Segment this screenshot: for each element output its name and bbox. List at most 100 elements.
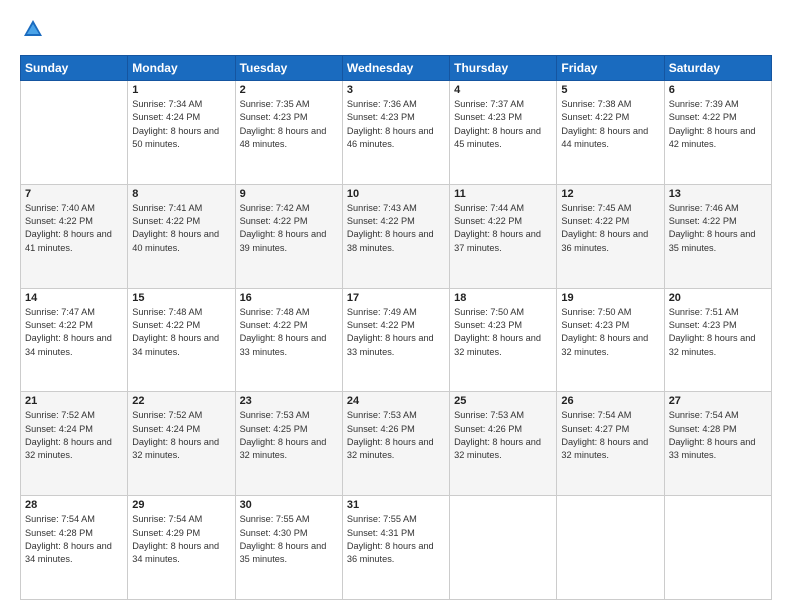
day-number: 26 bbox=[561, 395, 659, 407]
day-info: Sunrise: 7:50 AMSunset: 4:23 PMDaylight:… bbox=[561, 306, 659, 359]
day-info: Sunrise: 7:54 AMSunset: 4:28 PMDaylight:… bbox=[25, 513, 123, 566]
day-info: Sunrise: 7:52 AMSunset: 4:24 PMDaylight:… bbox=[132, 409, 230, 462]
day-cell: 25 Sunrise: 7:53 AMSunset: 4:26 PMDayligh… bbox=[450, 392, 557, 496]
weekday-header-sunday: Sunday bbox=[21, 56, 128, 81]
day-cell bbox=[450, 496, 557, 600]
day-info: Sunrise: 7:41 AMSunset: 4:22 PMDaylight:… bbox=[132, 202, 230, 255]
day-cell: 3 Sunrise: 7:36 AMSunset: 4:23 PMDaylight… bbox=[342, 81, 449, 185]
day-number: 25 bbox=[454, 395, 552, 407]
day-number: 18 bbox=[454, 292, 552, 304]
day-number: 23 bbox=[240, 395, 338, 407]
week-row-2: 14 Sunrise: 7:47 AMSunset: 4:22 PMDayligh… bbox=[21, 288, 772, 392]
day-info: Sunrise: 7:53 AMSunset: 4:25 PMDaylight:… bbox=[240, 409, 338, 462]
day-cell: 22 Sunrise: 7:52 AMSunset: 4:24 PMDayligh… bbox=[128, 392, 235, 496]
day-cell: 24 Sunrise: 7:53 AMSunset: 4:26 PMDayligh… bbox=[342, 392, 449, 496]
day-cell: 26 Sunrise: 7:54 AMSunset: 4:27 PMDayligh… bbox=[557, 392, 664, 496]
day-info: Sunrise: 7:52 AMSunset: 4:24 PMDaylight:… bbox=[25, 409, 123, 462]
day-info: Sunrise: 7:51 AMSunset: 4:23 PMDaylight:… bbox=[669, 306, 767, 359]
day-cell: 6 Sunrise: 7:39 AMSunset: 4:22 PMDaylight… bbox=[664, 81, 771, 185]
day-number: 9 bbox=[240, 188, 338, 200]
weekday-header-thursday: Thursday bbox=[450, 56, 557, 81]
weekday-header-row: SundayMondayTuesdayWednesdayThursdayFrid… bbox=[21, 56, 772, 81]
weekday-header-wednesday: Wednesday bbox=[342, 56, 449, 81]
day-info: Sunrise: 7:40 AMSunset: 4:22 PMDaylight:… bbox=[25, 202, 123, 255]
day-cell: 8 Sunrise: 7:41 AMSunset: 4:22 PMDaylight… bbox=[128, 184, 235, 288]
day-info: Sunrise: 7:48 AMSunset: 4:22 PMDaylight:… bbox=[132, 306, 230, 359]
day-info: Sunrise: 7:36 AMSunset: 4:23 PMDaylight:… bbox=[347, 98, 445, 151]
day-number: 1 bbox=[132, 84, 230, 96]
day-cell: 23 Sunrise: 7:53 AMSunset: 4:25 PMDayligh… bbox=[235, 392, 342, 496]
day-info: Sunrise: 7:54 AMSunset: 4:28 PMDaylight:… bbox=[669, 409, 767, 462]
logo bbox=[20, 18, 44, 45]
day-cell: 31Sunrise: 7:55 AMSunset: 4:31 PMDayligh… bbox=[342, 496, 449, 600]
day-info: Sunrise: 7:37 AMSunset: 4:23 PMDaylight:… bbox=[454, 98, 552, 151]
day-cell: 18 Sunrise: 7:50 AMSunset: 4:23 PMDayligh… bbox=[450, 288, 557, 392]
day-cell bbox=[664, 496, 771, 600]
day-info: Sunrise: 7:44 AMSunset: 4:22 PMDaylight:… bbox=[454, 202, 552, 255]
day-number: 30 bbox=[240, 499, 338, 511]
day-number: 21 bbox=[25, 395, 123, 407]
day-info: Sunrise: 7:48 AMSunset: 4:22 PMDaylight:… bbox=[240, 306, 338, 359]
week-row-0: 1 Sunrise: 7:34 AMSunset: 4:24 PMDaylight… bbox=[21, 81, 772, 185]
day-number: 15 bbox=[132, 292, 230, 304]
day-number: 24 bbox=[347, 395, 445, 407]
day-number: 31 bbox=[347, 499, 445, 511]
day-info: Sunrise: 7:38 AMSunset: 4:22 PMDaylight:… bbox=[561, 98, 659, 151]
weekday-header-friday: Friday bbox=[557, 56, 664, 81]
day-cell: 13Sunrise: 7:46 AMSunset: 4:22 PMDayligh… bbox=[664, 184, 771, 288]
day-cell: 21 Sunrise: 7:52 AMSunset: 4:24 PMDayligh… bbox=[21, 392, 128, 496]
day-cell: 9 Sunrise: 7:42 AMSunset: 4:22 PMDaylight… bbox=[235, 184, 342, 288]
day-info: Sunrise: 7:45 AMSunset: 4:22 PMDaylight:… bbox=[561, 202, 659, 255]
day-number: 10 bbox=[347, 188, 445, 200]
day-number: 27 bbox=[669, 395, 767, 407]
weekday-header-tuesday: Tuesday bbox=[235, 56, 342, 81]
day-info: Sunrise: 7:47 AMSunset: 4:22 PMDaylight:… bbox=[25, 306, 123, 359]
day-number: 3 bbox=[347, 84, 445, 96]
day-number: 14 bbox=[25, 292, 123, 304]
day-cell bbox=[557, 496, 664, 600]
day-info: Sunrise: 7:39 AMSunset: 4:22 PMDaylight:… bbox=[669, 98, 767, 151]
day-number: 19 bbox=[561, 292, 659, 304]
day-cell: 2Sunrise: 7:35 AMSunset: 4:23 PMDaylight… bbox=[235, 81, 342, 185]
day-number: 7 bbox=[25, 188, 123, 200]
day-info: Sunrise: 7:55 AMSunset: 4:30 PMDaylight:… bbox=[240, 513, 338, 566]
day-cell: 10Sunrise: 7:43 AMSunset: 4:22 PMDayligh… bbox=[342, 184, 449, 288]
week-row-4: 28Sunrise: 7:54 AMSunset: 4:28 PMDayligh… bbox=[21, 496, 772, 600]
day-number: 29 bbox=[132, 499, 230, 511]
day-info: Sunrise: 7:34 AMSunset: 4:24 PMDaylight:… bbox=[132, 98, 230, 151]
day-cell: 1 Sunrise: 7:34 AMSunset: 4:24 PMDaylight… bbox=[128, 81, 235, 185]
day-cell: 17Sunrise: 7:49 AMSunset: 4:22 PMDayligh… bbox=[342, 288, 449, 392]
day-cell: 4Sunrise: 7:37 AMSunset: 4:23 PMDaylight… bbox=[450, 81, 557, 185]
day-info: Sunrise: 7:42 AMSunset: 4:22 PMDaylight:… bbox=[240, 202, 338, 255]
day-info: Sunrise: 7:53 AMSunset: 4:26 PMDaylight:… bbox=[454, 409, 552, 462]
day-number: 2 bbox=[240, 84, 338, 96]
day-number: 22 bbox=[132, 395, 230, 407]
day-info: Sunrise: 7:53 AMSunset: 4:26 PMDaylight:… bbox=[347, 409, 445, 462]
day-number: 6 bbox=[669, 84, 767, 96]
day-info: Sunrise: 7:54 AMSunset: 4:27 PMDaylight:… bbox=[561, 409, 659, 462]
day-cell: 16 Sunrise: 7:48 AMSunset: 4:22 PMDayligh… bbox=[235, 288, 342, 392]
weekday-header-saturday: Saturday bbox=[664, 56, 771, 81]
day-cell: 15 Sunrise: 7:48 AMSunset: 4:22 PMDayligh… bbox=[128, 288, 235, 392]
day-cell: 30 Sunrise: 7:55 AMSunset: 4:30 PMDayligh… bbox=[235, 496, 342, 600]
day-cell: 20 Sunrise: 7:51 AMSunset: 4:23 PMDayligh… bbox=[664, 288, 771, 392]
day-cell: 7 Sunrise: 7:40 AMSunset: 4:22 PMDaylight… bbox=[21, 184, 128, 288]
logo-icon bbox=[22, 18, 44, 40]
day-cell: 14 Sunrise: 7:47 AMSunset: 4:22 PMDayligh… bbox=[21, 288, 128, 392]
day-number: 13 bbox=[669, 188, 767, 200]
day-cell: 19 Sunrise: 7:50 AMSunset: 4:23 PMDayligh… bbox=[557, 288, 664, 392]
day-cell: 11Sunrise: 7:44 AMSunset: 4:22 PMDayligh… bbox=[450, 184, 557, 288]
day-info: Sunrise: 7:54 AMSunset: 4:29 PMDaylight:… bbox=[132, 513, 230, 566]
day-number: 20 bbox=[669, 292, 767, 304]
day-number: 12 bbox=[561, 188, 659, 200]
day-info: Sunrise: 7:50 AMSunset: 4:23 PMDaylight:… bbox=[454, 306, 552, 359]
calendar-table: SundayMondayTuesdayWednesdayThursdayFrid… bbox=[20, 55, 772, 600]
day-cell: 29 Sunrise: 7:54 AMSunset: 4:29 PMDayligh… bbox=[128, 496, 235, 600]
day-info: Sunrise: 7:49 AMSunset: 4:22 PMDaylight:… bbox=[347, 306, 445, 359]
day-cell bbox=[21, 81, 128, 185]
week-row-3: 21 Sunrise: 7:52 AMSunset: 4:24 PMDayligh… bbox=[21, 392, 772, 496]
week-row-1: 7 Sunrise: 7:40 AMSunset: 4:22 PMDaylight… bbox=[21, 184, 772, 288]
day-number: 5 bbox=[561, 84, 659, 96]
day-number: 16 bbox=[240, 292, 338, 304]
day-number: 8 bbox=[132, 188, 230, 200]
